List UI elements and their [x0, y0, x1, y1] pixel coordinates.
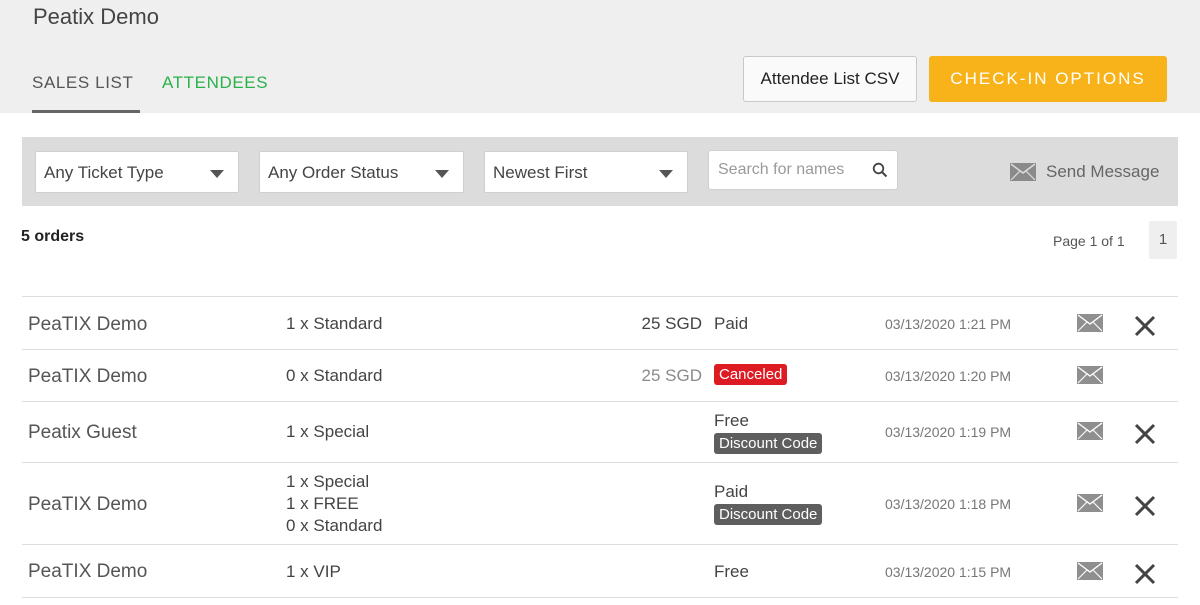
filter-bar: Any Ticket Type Any Order Status Newest … [22, 137, 1178, 206]
order-status: Paid Discount Code [714, 481, 823, 525]
mail-icon[interactable] [1077, 314, 1103, 332]
discount-code-badge: Discount Code [714, 504, 823, 525]
order-date: 03/13/2020 1:18 PM [885, 496, 1012, 512]
ticket-item: 1 x FREE [286, 494, 359, 513]
close-icon[interactable] [1133, 422, 1157, 446]
ticket-items: 1 x VIP [286, 561, 341, 583]
order-row: PeaTIX Demo 1 x Special 1 x FREE 0 x Sta… [22, 462, 1178, 544]
page-info: Page 1 of 1 [1053, 233, 1125, 249]
canceled-badge: Canceled [714, 364, 788, 385]
order-date: 03/13/2020 1:20 PM [885, 368, 1012, 384]
sort-value: Newest First [493, 163, 588, 182]
order-amount: 25 SGD [641, 366, 702, 385]
order-date: 03/13/2020 1:19 PM [885, 424, 1012, 440]
send-message-label: Send Message [1046, 162, 1160, 181]
ticket-item: 1 x Special [286, 472, 370, 491]
order-row: PeaTIX Demo 0 x Standard 25 SGD Canceled… [22, 349, 1178, 401]
close-icon[interactable] [1133, 314, 1157, 338]
order-status-label: Paid [714, 482, 749, 501]
order-status: Free Discount Code [714, 410, 823, 454]
dropdown-caret-icon [210, 170, 224, 178]
order-status: Canceled [714, 364, 788, 385]
order-amount: 25 SGD [641, 314, 702, 333]
ticket-type-value: Any Ticket Type [44, 163, 164, 182]
dropdown-caret-icon [435, 170, 449, 178]
order-status-select[interactable]: Any Order Status [259, 151, 464, 193]
buyer-name[interactable]: PeaTIX Demo [28, 561, 147, 583]
tab-sales-list[interactable]: SALES LIST [32, 73, 140, 113]
search-icon[interactable] [872, 162, 888, 178]
ticket-items: 0 x Standard [286, 365, 382, 387]
ticket-item: 1 x Special [286, 422, 370, 441]
sort-select[interactable]: Newest First [484, 151, 688, 193]
mail-icon[interactable] [1077, 422, 1103, 440]
ticket-item: 0 x Standard [286, 516, 383, 535]
order-date: 03/13/2020 1:15 PM [885, 564, 1012, 580]
check-in-options-button[interactable]: CHECK-IN OPTIONS [929, 56, 1167, 102]
mail-icon[interactable] [1077, 562, 1103, 580]
close-icon[interactable] [1133, 562, 1157, 586]
close-icon[interactable] [1133, 494, 1157, 518]
order-date: 03/13/2020 1:21 PM [885, 316, 1012, 332]
event-title: Peatix Demo [33, 4, 159, 29]
buyer-name[interactable]: Peatix Guest [28, 422, 137, 444]
ticket-item: 1 x VIP [286, 562, 341, 581]
ticket-items: 1 x Special [286, 421, 369, 443]
order-status: Free [714, 562, 749, 581]
order-status-label: Free [714, 411, 749, 430]
order-row: PeaTIX Demo 1 x Standard 25 SGD Paid 03/… [22, 296, 1178, 349]
ticket-type-select[interactable]: Any Ticket Type [35, 151, 239, 193]
ticket-items: 1 x Standard [286, 313, 382, 335]
mail-icon[interactable] [1077, 366, 1103, 384]
attendee-list-csv-button[interactable]: Attendee List CSV [743, 56, 917, 102]
page-button[interactable]: 1 [1149, 221, 1177, 259]
tab-attendees[interactable]: ATTENDEES [162, 73, 268, 93]
buyer-name[interactable]: PeaTIX Demo [28, 366, 147, 388]
ticket-items: 1 x Special 1 x FREE 0 x Standard [286, 471, 382, 537]
order-count: 5 orders [21, 228, 85, 245]
order-status: Paid [714, 314, 749, 333]
ticket-item: 0 x Standard [286, 366, 383, 385]
order-row: PeaTIX Demo 1 x VIP Free 03/13/2020 1:15… [22, 544, 1178, 598]
order-status-value: Any Order Status [268, 163, 399, 182]
ticket-item: 1 x Standard [286, 314, 383, 333]
discount-code-badge: Discount Code [714, 433, 823, 454]
send-message-button[interactable]: Send Message [1010, 159, 1159, 185]
search-box [708, 150, 898, 190]
page-header: Peatix Demo SALES LIST ATTENDEES Attende… [0, 0, 1200, 113]
dropdown-caret-icon [659, 170, 673, 178]
buyer-name[interactable]: PeaTIX Demo [28, 314, 147, 336]
order-row: Peatix Guest 1 x Special Free Discount C… [22, 401, 1178, 462]
mail-icon[interactable] [1077, 494, 1103, 512]
search-input[interactable] [718, 151, 868, 189]
buyer-name[interactable]: PeaTIX Demo [28, 494, 147, 516]
mail-icon [1010, 163, 1036, 181]
